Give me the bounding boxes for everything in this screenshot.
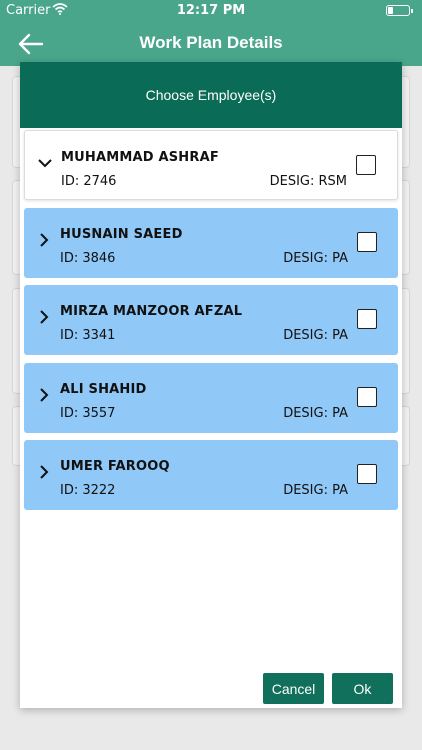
employee-checkbox[interactable]: [357, 387, 377, 407]
chevron-right-icon[interactable]: [36, 387, 52, 403]
page-title: Work Plan Details: [139, 33, 283, 52]
employee-designation: DESIG: PA: [283, 328, 348, 343]
battery-icon: [386, 5, 413, 16]
choose-employee-modal: Choose Employee(s) MUHAMMAD ASHRAF ID: 2…: [20, 62, 402, 708]
employee-id: ID: 2746: [61, 174, 117, 189]
chevron-right-icon[interactable]: [36, 464, 52, 480]
employee-id: ID: 3846: [60, 251, 116, 266]
cancel-button[interactable]: Cancel: [263, 673, 324, 704]
chevron-down-icon[interactable]: [37, 155, 53, 171]
modal-header: Choose Employee(s): [20, 62, 402, 128]
employee-id: ID: 3222: [60, 483, 116, 498]
employee-name: ALI SHAHID: [60, 382, 147, 397]
chevron-right-icon[interactable]: [36, 309, 52, 325]
employee-checkbox[interactable]: [357, 464, 377, 484]
employee-row[interactable]: ALI SHAHID ID: 3557 DESIG: PA: [24, 363, 398, 433]
employee-id: ID: 3557: [60, 406, 116, 421]
employee-checkbox[interactable]: [356, 155, 376, 175]
chevron-right-icon[interactable]: [36, 232, 52, 248]
employee-designation: DESIG: PA: [283, 406, 348, 421]
employee-checkbox[interactable]: [357, 309, 377, 329]
employee-id: ID: 3341: [60, 328, 116, 343]
modal-title: Choose Employee(s): [145, 87, 277, 103]
employee-row[interactable]: HUSNAIN SAEED ID: 3846 DESIG: PA: [24, 208, 398, 278]
employee-name: MIRZA MANZOOR AFZAL: [60, 304, 243, 319]
nav-bar: Work Plan Details: [0, 22, 422, 66]
employee-row[interactable]: UMER FAROOQ ID: 3222 DESIG: PA: [24, 440, 398, 510]
ok-button[interactable]: Ok: [332, 673, 393, 704]
status-bar: Carrier 12:17 PM: [0, 0, 422, 22]
employee-designation: DESIG: PA: [283, 251, 348, 266]
employee-checkbox[interactable]: [357, 232, 377, 252]
employee-name: UMER FAROOQ: [60, 459, 170, 474]
employee-row[interactable]: MIRZA MANZOOR AFZAL ID: 3341 DESIG: PA: [24, 285, 398, 355]
employee-row[interactable]: MUHAMMAD ASHRAF ID: 2746 DESIG: RSM: [24, 130, 398, 200]
employee-name: MUHAMMAD ASHRAF: [61, 150, 219, 165]
employee-designation: DESIG: RSM: [269, 174, 347, 189]
employee-designation: DESIG: PA: [283, 483, 348, 498]
employee-name: HUSNAIN SAEED: [60, 227, 183, 242]
status-time: 12:17 PM: [176, 3, 246, 18]
